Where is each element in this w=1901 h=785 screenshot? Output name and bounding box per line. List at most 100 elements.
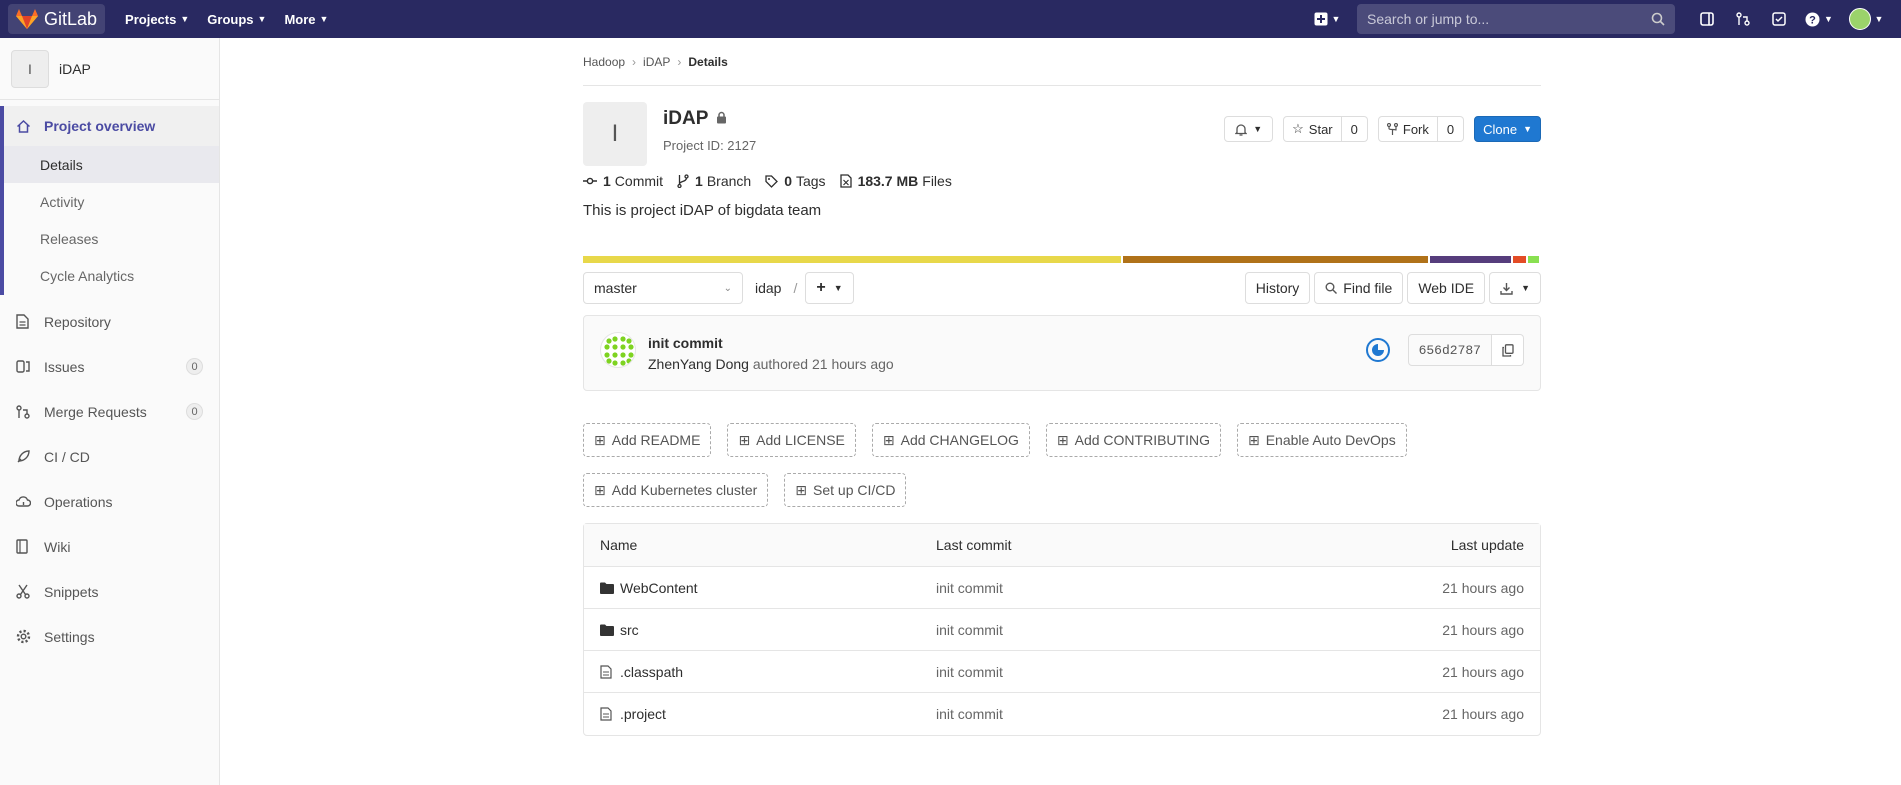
commit-authored-time: authored 21 hours ago [752, 356, 894, 372]
sidebar-item-ci-cd[interactable]: CI / CD [0, 434, 219, 479]
set-up-ci-cd-button[interactable]: ⊞ Set up CI/CD [784, 473, 907, 507]
chevron-down-icon: ▼ [1874, 14, 1884, 24]
nav-more-label: More [284, 11, 316, 27]
sidebar-subitem-releases[interactable]: Releases [4, 220, 219, 257]
search-input[interactable] [1367, 11, 1637, 27]
repository-languages-bar[interactable] [583, 256, 1541, 263]
commit-author-avatar[interactable] [600, 332, 636, 368]
chevron-down-icon: ▼ [1331, 14, 1341, 24]
add-kubernetes-cluster-button[interactable]: ⊞ Add Kubernetes cluster [583, 473, 769, 507]
file-name-link[interactable]: WebContent [620, 580, 698, 596]
breadcrumb-current[interactable]: Details [688, 55, 727, 69]
enable-auto-devops-button[interactable]: ⊞ Enable Auto DevOps [1236, 423, 1407, 457]
sidebar-item-merge-requests[interactable]: Merge Requests 0 [0, 389, 219, 434]
user-avatar [1848, 8, 1871, 30]
path-root-link[interactable]: idap [755, 280, 781, 296]
enable-auto-devops-label: Enable Auto DevOps [1265, 432, 1396, 448]
file-last-commit-link[interactable]: init commit [936, 664, 1324, 680]
add-readme-button[interactable]: ⊞ Add README [583, 423, 712, 457]
clone-dropdown-button[interactable]: Clone ▼ [1474, 116, 1541, 142]
new-item-dropdown[interactable]: ▼ [1305, 0, 1349, 38]
sidebar-item-snippets[interactable]: Snippets [0, 569, 219, 614]
table-row[interactable]: WebContent init commit 21 hours ago [584, 567, 1540, 609]
sidebar-item-project-overview[interactable]: Project overview [4, 106, 219, 146]
add-license-button[interactable]: ⊞ Add LICENSE [727, 423, 856, 457]
plus-square-icon: ⊞ [594, 431, 606, 448]
commit-sha[interactable]: 656d2787 [1407, 334, 1492, 366]
sidebar-item-wiki[interactable]: Wiki [0, 524, 219, 569]
sidebar-subitem-cycle-analytics[interactable]: Cycle Analytics [4, 257, 219, 295]
cloud-gauge-icon [16, 495, 34, 509]
notification-dropdown[interactable]: ▼ [1224, 116, 1274, 142]
find-file-button[interactable]: Find file [1314, 272, 1404, 304]
sidebar-project-link[interactable]: I iDAP [0, 38, 219, 100]
table-row[interactable]: src init commit 21 hours ago [584, 609, 1540, 651]
add-readme-label: Add README [611, 432, 701, 448]
star-button[interactable]: ☆ Star [1283, 116, 1342, 142]
user-menu-dropdown[interactable]: ▼ [1841, 0, 1891, 38]
language-segment[interactable] [583, 256, 1121, 263]
add-to-tree-dropdown[interactable]: + ▼ [805, 272, 854, 304]
star-count[interactable]: 0 [1341, 116, 1368, 142]
add-changelog-button[interactable]: ⊞ Add CHANGELOG [871, 423, 1030, 457]
file-name-link[interactable]: .project [620, 706, 666, 722]
file-last-commit-link[interactable]: init commit [936, 622, 1324, 638]
todos-button[interactable] [1761, 0, 1797, 38]
sidebar-project-avatar: I [11, 49, 49, 88]
sidebar-subitem-activity[interactable]: Activity [4, 183, 219, 220]
sidebar-item-issues[interactable]: Issues 0 [0, 344, 219, 389]
sidebar-item-label: Snippets [44, 583, 99, 600]
nav-projects-label: Projects [125, 11, 177, 27]
project-description: This is project iDAP of bigdata team [583, 202, 822, 219]
fork-count[interactable]: 0 [1437, 116, 1465, 142]
pipeline-status-icon[interactable] [1365, 338, 1390, 362]
fork-button[interactable]: Fork [1377, 116, 1438, 142]
sidebar-item-repository[interactable]: Repository [0, 299, 219, 344]
sidebar-subitem-details[interactable]: Details [4, 146, 219, 183]
file-name-link[interactable]: src [620, 622, 639, 638]
file-last-update: 21 hours ago [1442, 579, 1524, 596]
web-ide-button[interactable]: Web IDE [1407, 272, 1486, 304]
merge-requests-button[interactable] [1725, 0, 1761, 38]
language-segment[interactable] [1527, 256, 1539, 263]
add-contributing-label: Add CONTRIBUTING [1074, 432, 1210, 448]
language-segment[interactable] [1429, 256, 1512, 263]
help-icon: ? [1805, 12, 1820, 26]
language-segment[interactable] [1513, 256, 1526, 263]
sidebar-item-operations[interactable]: Operations [0, 479, 219, 524]
file-last-commit-link[interactable]: init commit [936, 580, 1324, 596]
chevron-down-icon: ▼ [1824, 14, 1833, 24]
copy-sha-button[interactable] [1492, 334, 1524, 366]
branch-select-dropdown[interactable]: master ⌄ [583, 272, 743, 304]
column-header-last-commit: Last commit [936, 537, 1012, 553]
top-navbar: GitLab Projects▼ Groups▼ More▼ ▼ ? ▼ ▼ [0, 0, 1901, 38]
table-row[interactable]: .classpath init commit 21 hours ago [584, 651, 1540, 693]
chevron-down-icon: ▼ [319, 14, 329, 24]
download-dropdown[interactable]: ▼ [1489, 272, 1541, 304]
add-contributing-button[interactable]: ⊞ Add CONTRIBUTING [1045, 423, 1221, 457]
file-last-commit-link[interactable]: init commit [936, 706, 1324, 722]
sidebar-toggle-button[interactable] [1689, 0, 1725, 38]
history-button[interactable]: History [1244, 272, 1311, 304]
file-name-link[interactable]: .classpath [620, 664, 683, 680]
sidebar-item-settings[interactable]: Settings [0, 614, 219, 659]
breadcrumb-link-project[interactable]: iDAP [643, 55, 670, 69]
nav-more-menu[interactable]: More ▼ [284, 12, 328, 27]
table-row[interactable]: .project init commit 21 hours ago [584, 693, 1540, 735]
add-license-label: Add LICENSE [756, 432, 845, 448]
commit-author-link[interactable]: ZhenYang Dong [648, 356, 749, 372]
file-last-update: 21 hours ago [1442, 706, 1524, 722]
nav-projects-menu[interactable]: Projects ▼ [125, 12, 189, 27]
star-group: ☆ Star 0 [1283, 116, 1368, 142]
chevron-down-icon: ▼ [833, 283, 843, 293]
search-box[interactable] [1357, 4, 1675, 34]
nav-groups-menu[interactable]: Groups ▼ [207, 12, 266, 27]
file-icon [600, 707, 614, 721]
language-segment[interactable] [1122, 256, 1428, 263]
sidebar-item-label: Wiki [44, 538, 71, 555]
breadcrumb-link-group[interactable]: Hadoop [583, 55, 625, 69]
commit-title-link[interactable]: init commit [648, 335, 723, 351]
gitlab-logo-link[interactable]: GitLab [8, 4, 106, 34]
sidebar-project-name: iDAP [59, 60, 91, 77]
help-dropdown[interactable]: ? ▼ [1797, 0, 1841, 38]
